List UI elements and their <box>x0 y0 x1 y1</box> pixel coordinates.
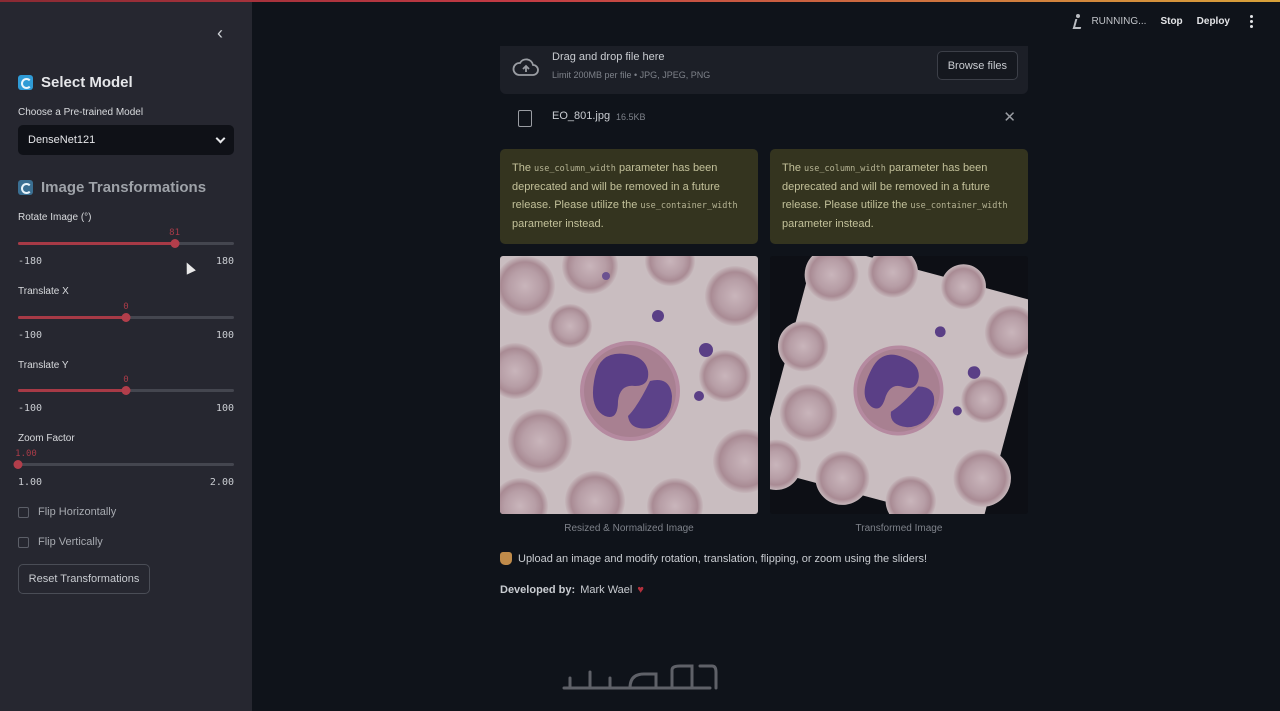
heart-icon: ♥ <box>637 584 644 596</box>
collapse-sidebar-icon[interactable]: ‹ <box>210 22 230 44</box>
checkbox-box[interactable] <box>18 536 29 548</box>
translate-y-label: Translate Y <box>18 360 69 371</box>
slider-min: -180 <box>18 256 43 267</box>
developer-credit: Developed by: Mark Wael ♥ <box>500 584 644 596</box>
model-select[interactable]: DenseNet121 <box>18 125 234 155</box>
model-select-value: DenseNet121 <box>28 134 96 146</box>
slider-fill <box>18 242 175 245</box>
slider-thumb[interactable] <box>121 313 131 322</box>
left-image-caption: Resized & Normalized Image <box>564 523 694 534</box>
cloud-upload-icon <box>512 58 539 76</box>
slider-track <box>18 463 234 466</box>
chevron-down-icon <box>215 133 226 143</box>
refresh-icon <box>18 180 33 195</box>
file-size: 16.5KB <box>616 112 646 122</box>
translate-x-slider[interactable]: 0 -100 100 <box>18 302 234 352</box>
dropzone-title: Drag and drop file here <box>552 51 665 63</box>
running-status: RUNNING... <box>1071 14 1146 28</box>
deprecation-warning-right: The use_column_width parameter has been … <box>770 149 1028 244</box>
sidebar: ‹ Select Model Choose a Pre-trained Mode… <box>0 2 252 711</box>
model-select-label: Choose a Pre-trained Model <box>18 107 144 118</box>
running-man-icon <box>1071 14 1085 28</box>
resized-normalized-image <box>500 256 758 514</box>
slider-thumb[interactable] <box>13 460 23 469</box>
flip-vertical-checkbox[interactable]: Flip Vertically <box>18 536 103 548</box>
dropzone-limits: Limit 200MB per file • JPG, JPEG, PNG <box>552 70 711 80</box>
file-name: EO_801.jpg <box>552 110 611 122</box>
watermark-logo <box>562 664 718 690</box>
pointing-hand-icon <box>500 552 512 565</box>
rotate-label: Rotate Image (°) <box>18 212 92 223</box>
slider-max: 180 <box>215 256 234 267</box>
slider-thumb[interactable] <box>170 239 180 248</box>
slider-thumb[interactable] <box>121 386 131 395</box>
zoom-slider[interactable]: 1.00 1.00 2.00 <box>13 449 234 499</box>
file-uploader-dropzone[interactable]: Drag and drop file here Limit 200MB per … <box>500 46 1028 94</box>
slider-fill <box>18 389 126 392</box>
slider-max: 100 <box>215 330 234 341</box>
uploaded-file-row: EO_801.jpg 16.5KB ✕ <box>500 104 1028 134</box>
app-header: RUNNING... Stop Deploy <box>1071 14 1280 28</box>
browse-files-button[interactable]: Browse files <box>936 51 1018 80</box>
translate-x-label: Translate X <box>18 286 69 297</box>
slider-max: 100 <box>215 403 234 414</box>
zoom-label: Zoom Factor <box>18 433 75 444</box>
file-icon <box>518 110 532 127</box>
more-menu-icon[interactable] <box>1244 14 1258 28</box>
slider-value: 1.00 <box>15 449 37 459</box>
translate-y-slider[interactable]: 0 -100 100 <box>18 375 234 425</box>
slider-value: 81 <box>169 228 181 238</box>
deprecation-warning-left: The use_column_width parameter has been … <box>500 149 758 244</box>
checkbox-box[interactable] <box>18 506 29 518</box>
stop-button[interactable]: Stop <box>1160 16 1182 27</box>
select-model-heading: Select Model <box>18 74 133 91</box>
reset-transformations-button[interactable]: Reset Transformations <box>18 564 150 594</box>
transformed-image <box>770 256 1028 514</box>
slider-min: 1.00 <box>18 477 43 488</box>
image-transformations-heading: Image Transformations <box>18 179 206 196</box>
remove-file-icon[interactable]: ✕ <box>1003 108 1016 126</box>
instruction-text: Upload an image and modify rotation, tra… <box>500 552 927 565</box>
slider-value: 0 <box>123 302 129 312</box>
slider-min: -100 <box>18 403 43 414</box>
slider-value: 0 <box>123 375 129 385</box>
slider-fill <box>18 316 126 319</box>
deploy-button[interactable]: Deploy <box>1197 16 1230 27</box>
refresh-icon <box>18 75 33 90</box>
right-image-caption: Transformed Image <box>855 523 943 534</box>
slider-min: -100 <box>18 330 43 341</box>
flip-horizontal-checkbox[interactable]: Flip Horizontally <box>18 506 116 518</box>
rotate-slider[interactable]: 81 -180 180 <box>18 228 234 278</box>
slider-max: 2.00 <box>209 477 234 488</box>
